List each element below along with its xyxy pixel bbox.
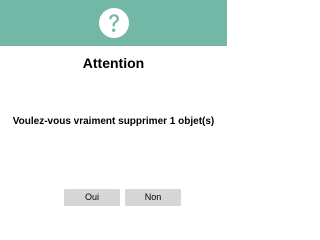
dialog-message: Voulez-vous vraiment supprimer 1 objet(s…	[12, 116, 215, 127]
dialog-title: Attention	[82, 55, 145, 71]
dialog-header	[0, 0, 227, 46]
no-button[interactable]: Non	[125, 189, 181, 206]
confirm-dialog: Attention Voulez-vous vraiment supprimer…	[0, 0, 227, 210]
question-mark-icon	[98, 7, 130, 39]
yes-button[interactable]: Oui	[64, 189, 120, 206]
